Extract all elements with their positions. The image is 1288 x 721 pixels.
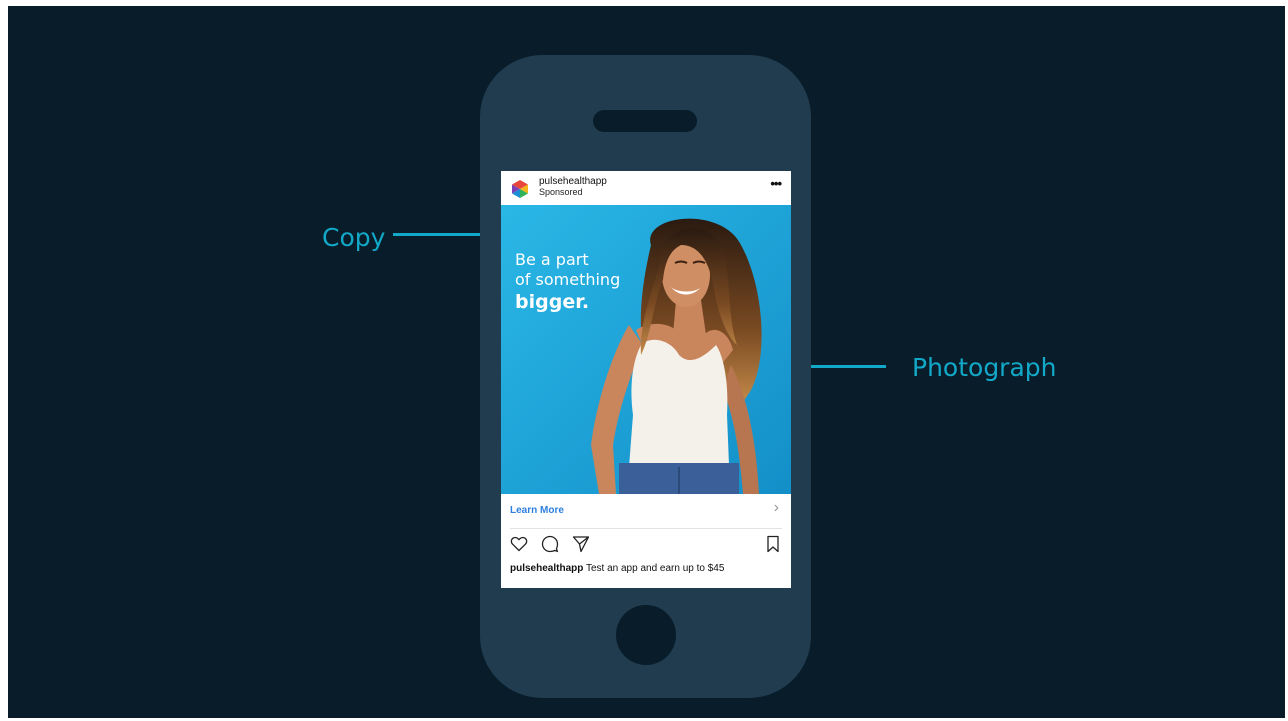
pulse-logo-icon <box>512 180 528 198</box>
ad-copy-line-1: Be a part <box>515 250 589 269</box>
slide: Copy Photograph pulsehealthapp Sponsored… <box>8 6 1285 718</box>
post-actions <box>501 533 791 555</box>
phone-home-button <box>616 605 676 665</box>
ad-copy-line-3: bigger. <box>515 291 590 313</box>
instagram-post: pulsehealthapp Sponsored ••• Be a part o… <box>501 171 791 588</box>
photograph-annotation-label: Photograph <box>912 353 1057 382</box>
ad-copy-line-2: of something <box>515 270 621 289</box>
ad-copy-text: Be a part of something bigger. <box>515 250 620 314</box>
caption-account[interactable]: pulsehealthapp <box>510 563 583 574</box>
learn-more-button[interactable]: Learn More › <box>501 494 791 528</box>
learn-more-label: Learn More <box>510 505 564 516</box>
post-header: pulsehealthapp Sponsored ••• <box>501 171 791 205</box>
account-name[interactable]: pulsehealthapp <box>539 176 607 187</box>
phone-mockup: pulsehealthapp Sponsored ••• Be a part o… <box>480 55 811 698</box>
chevron-right-icon: › <box>773 499 779 516</box>
divider <box>510 528 782 529</box>
caption-text: Test an app and earn up to $45 <box>583 563 725 574</box>
comment-icon[interactable] <box>541 535 559 553</box>
heart-icon[interactable] <box>510 535 528 553</box>
post-caption: pulsehealthapp Test an app and earn up t… <box>510 563 724 574</box>
copy-annotation-label: Copy <box>322 223 386 252</box>
ellipsis-icon[interactable]: ••• <box>770 176 782 191</box>
bookmark-icon[interactable] <box>764 535 782 553</box>
send-icon[interactable] <box>572 535 590 553</box>
ad-photo-illustration <box>501 205 791 494</box>
ad-photograph[interactable]: Be a part of something bigger. <box>501 205 791 494</box>
phone-speaker <box>593 110 697 132</box>
sponsored-label: Sponsored <box>539 187 583 197</box>
stage: Copy Photograph pulsehealthapp Sponsored… <box>0 0 1288 721</box>
